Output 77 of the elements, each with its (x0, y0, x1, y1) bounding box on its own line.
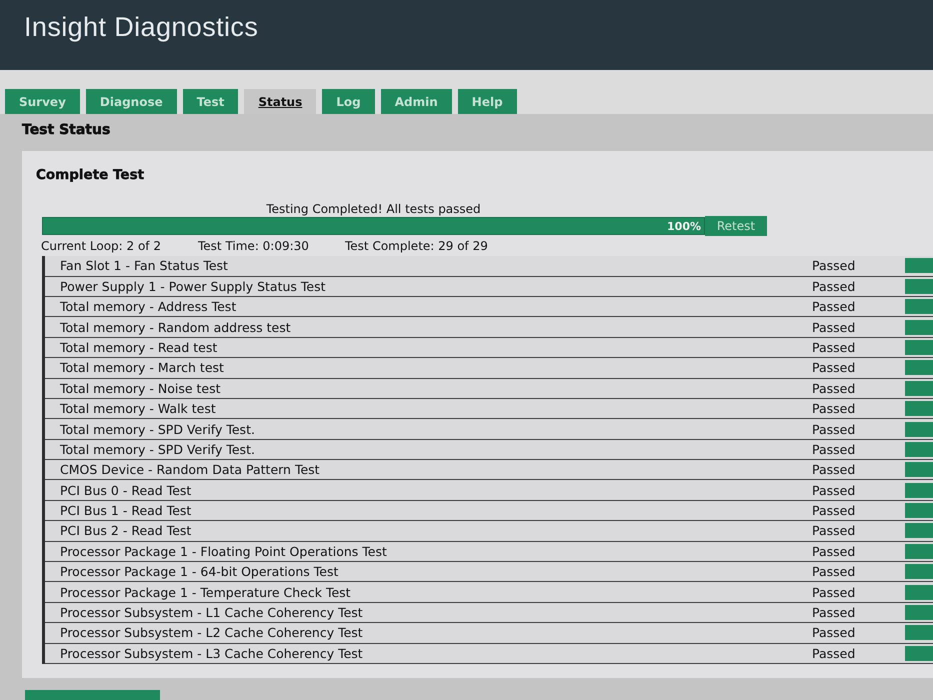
test-result: Passed (812, 564, 856, 580)
result-indicator-icon (905, 422, 933, 436)
test-result: Passed (812, 605, 856, 620)
nav-tab[interactable]: Survey (5, 89, 80, 116)
test-result: Passed (812, 401, 856, 416)
nav-tab[interactable]: Diagnose (86, 89, 177, 116)
test-name: Total memory - SPD Verify Test. (59, 442, 256, 457)
test-result: Passed (812, 320, 856, 335)
result-indicator-icon (905, 278, 933, 294)
test-result: Passed (812, 646, 856, 661)
result-indicator-icon (905, 401, 933, 416)
result-indicator-icon (905, 442, 933, 457)
result-indicator-icon (905, 299, 933, 314)
result-indicator-icon (905, 646, 933, 661)
test-name: Processor Package 1 - Temperature Check Test (59, 584, 352, 600)
test-name: Total memory - March test (59, 360, 225, 376)
test-result: Passed (812, 442, 856, 457)
panel-title: Complete Test (36, 166, 146, 184)
result-indicator-icon (905, 605, 933, 620)
test-name: Total memory - Random address test (59, 320, 292, 335)
test-result: Passed (812, 462, 856, 478)
result-indicator-icon (905, 564, 933, 580)
result-indicator-icon (905, 503, 933, 518)
test-name: Processor Subsystem - L2 Cache Coherency Test (59, 625, 364, 640)
test-result: Passed (812, 278, 856, 294)
test-name: Total memory - Address Test (59, 299, 238, 314)
test-name: Total memory - SPD Verify Test. (59, 422, 256, 436)
nav-tab[interactable]: Test (182, 89, 238, 116)
result-indicator-icon (905, 360, 933, 376)
test-name: PCI Bus 0 - Read Test (59, 482, 192, 498)
result-indicator-icon (905, 258, 933, 274)
nav-tab[interactable]: Status (244, 89, 316, 116)
test-result: Passed (812, 360, 856, 376)
test-name: Processor Package 1 - Floating Point Operations Test (59, 544, 388, 559)
test-name: Fan Slot 1 - Fan Status Test (59, 258, 229, 274)
test-name: PCI Bus 1 - Read Test (59, 503, 192, 518)
stat-text: Test Time: 0:09:30 (198, 238, 310, 256)
test-result: Passed (812, 482, 856, 498)
result-indicator-icon (905, 380, 933, 396)
test-result: Passed (812, 544, 856, 559)
retest-button[interactable]: Retest (705, 216, 767, 236)
test-name: Total memory - Noise test (59, 380, 222, 396)
test-result: Passed (812, 299, 856, 314)
test-result: Passed (812, 503, 856, 518)
page-title: Test Status (22, 121, 112, 140)
test-name: CMOS Device - Random Data Pattern Test (59, 462, 321, 478)
status-message: Testing Completed! All tests passed (265, 202, 482, 218)
stat-text: Current Loop: 2 of 2 (41, 238, 162, 256)
result-indicator-icon (905, 482, 933, 498)
result-indicator-icon (905, 320, 933, 335)
progress-reading: 100% (667, 220, 702, 233)
test-result: Passed (812, 258, 856, 274)
nav-tab[interactable]: Log (322, 89, 375, 116)
test-result: Passed (812, 584, 856, 600)
test-name: Processor Subsystem - L1 Cache Coherency Test (59, 605, 364, 620)
test-result: Passed (812, 523, 856, 538)
stat-text: Test Complete: 29 of 29 (345, 238, 488, 256)
test-result: Passed (812, 422, 856, 436)
result-indicator-icon (905, 544, 933, 559)
test-result: Passed (812, 340, 856, 355)
app-title: Insight Diagnostics (24, 12, 258, 43)
test-name: Total memory - Read test (59, 340, 218, 355)
test-name: Processor Package 1 - 64-bit Operations Test (59, 564, 340, 580)
test-name: Total memory - Walk test (59, 401, 217, 416)
test-result: Passed (812, 625, 856, 640)
result-indicator-icon (905, 584, 933, 600)
nav-tab[interactable]: Admin (380, 89, 452, 116)
result-indicator-icon (905, 340, 933, 355)
test-name: PCI Bus 2 - Read Test (59, 523, 192, 538)
test-name: Processor Subsystem - L3 Cache Coherency Test (59, 646, 364, 661)
result-indicator-icon (905, 462, 933, 478)
result-indicator-icon (905, 523, 933, 538)
result-indicator-icon (905, 625, 933, 640)
nav-tab[interactable]: Help (458, 89, 517, 116)
bottom-button[interactable] (25, 690, 160, 700)
test-result: Passed (812, 380, 856, 396)
test-name: Power Supply 1 - Power Supply Status Test (59, 278, 327, 294)
